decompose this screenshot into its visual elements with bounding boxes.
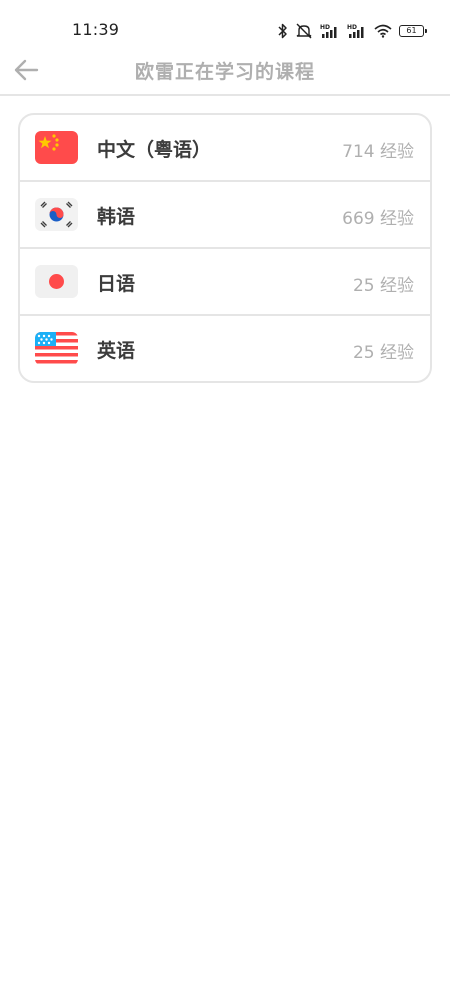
hd-signal-icon: HD bbox=[320, 23, 340, 39]
course-xp: 25 经验 bbox=[352, 276, 414, 296]
page-title: 欧雷正在学习的课程 bbox=[134, 61, 315, 83]
korea-flag-icon bbox=[35, 198, 78, 231]
course-item-korean[interactable]: 韩语 669 经验 bbox=[20, 182, 430, 249]
bluetooth-icon bbox=[278, 23, 288, 39]
course-list: 中文（粤语） 714 经验 韩语 669 经验 日语 25 经验 英语 25 经… bbox=[18, 113, 432, 383]
course-item-japanese[interactable]: 日语 25 经验 bbox=[20, 249, 430, 316]
course-xp: 669 经验 bbox=[342, 209, 414, 229]
usa-flag-icon bbox=[35, 332, 78, 365]
battery-icon: 61 bbox=[399, 25, 427, 37]
china-flag-icon bbox=[35, 131, 78, 164]
japan-flag-icon bbox=[35, 265, 78, 298]
course-item-cantonese[interactable]: 中文（粤语） 714 经验 bbox=[20, 115, 430, 182]
course-name: 韩语 bbox=[97, 206, 136, 228]
course-xp: 25 经验 bbox=[352, 343, 414, 363]
course-xp: 714 经验 bbox=[342, 142, 414, 162]
svg-text:HD: HD bbox=[347, 24, 357, 31]
wifi-icon bbox=[374, 24, 392, 38]
course-item-english[interactable]: 英语 25 经验 bbox=[20, 316, 430, 381]
status-icons: HD HD 61 bbox=[278, 20, 427, 42]
hd-signal-icon: HD bbox=[347, 23, 367, 39]
status-time: 11:39 bbox=[72, 20, 120, 39]
svg-text:HD: HD bbox=[320, 24, 330, 31]
course-name: 日语 bbox=[97, 273, 136, 295]
course-name: 英语 bbox=[97, 340, 136, 362]
mute-icon bbox=[295, 23, 313, 39]
header: 欧雷正在学习的课程 bbox=[0, 44, 450, 96]
course-name: 中文（粤语） bbox=[97, 139, 212, 161]
battery-level: 61 bbox=[406, 26, 417, 35]
